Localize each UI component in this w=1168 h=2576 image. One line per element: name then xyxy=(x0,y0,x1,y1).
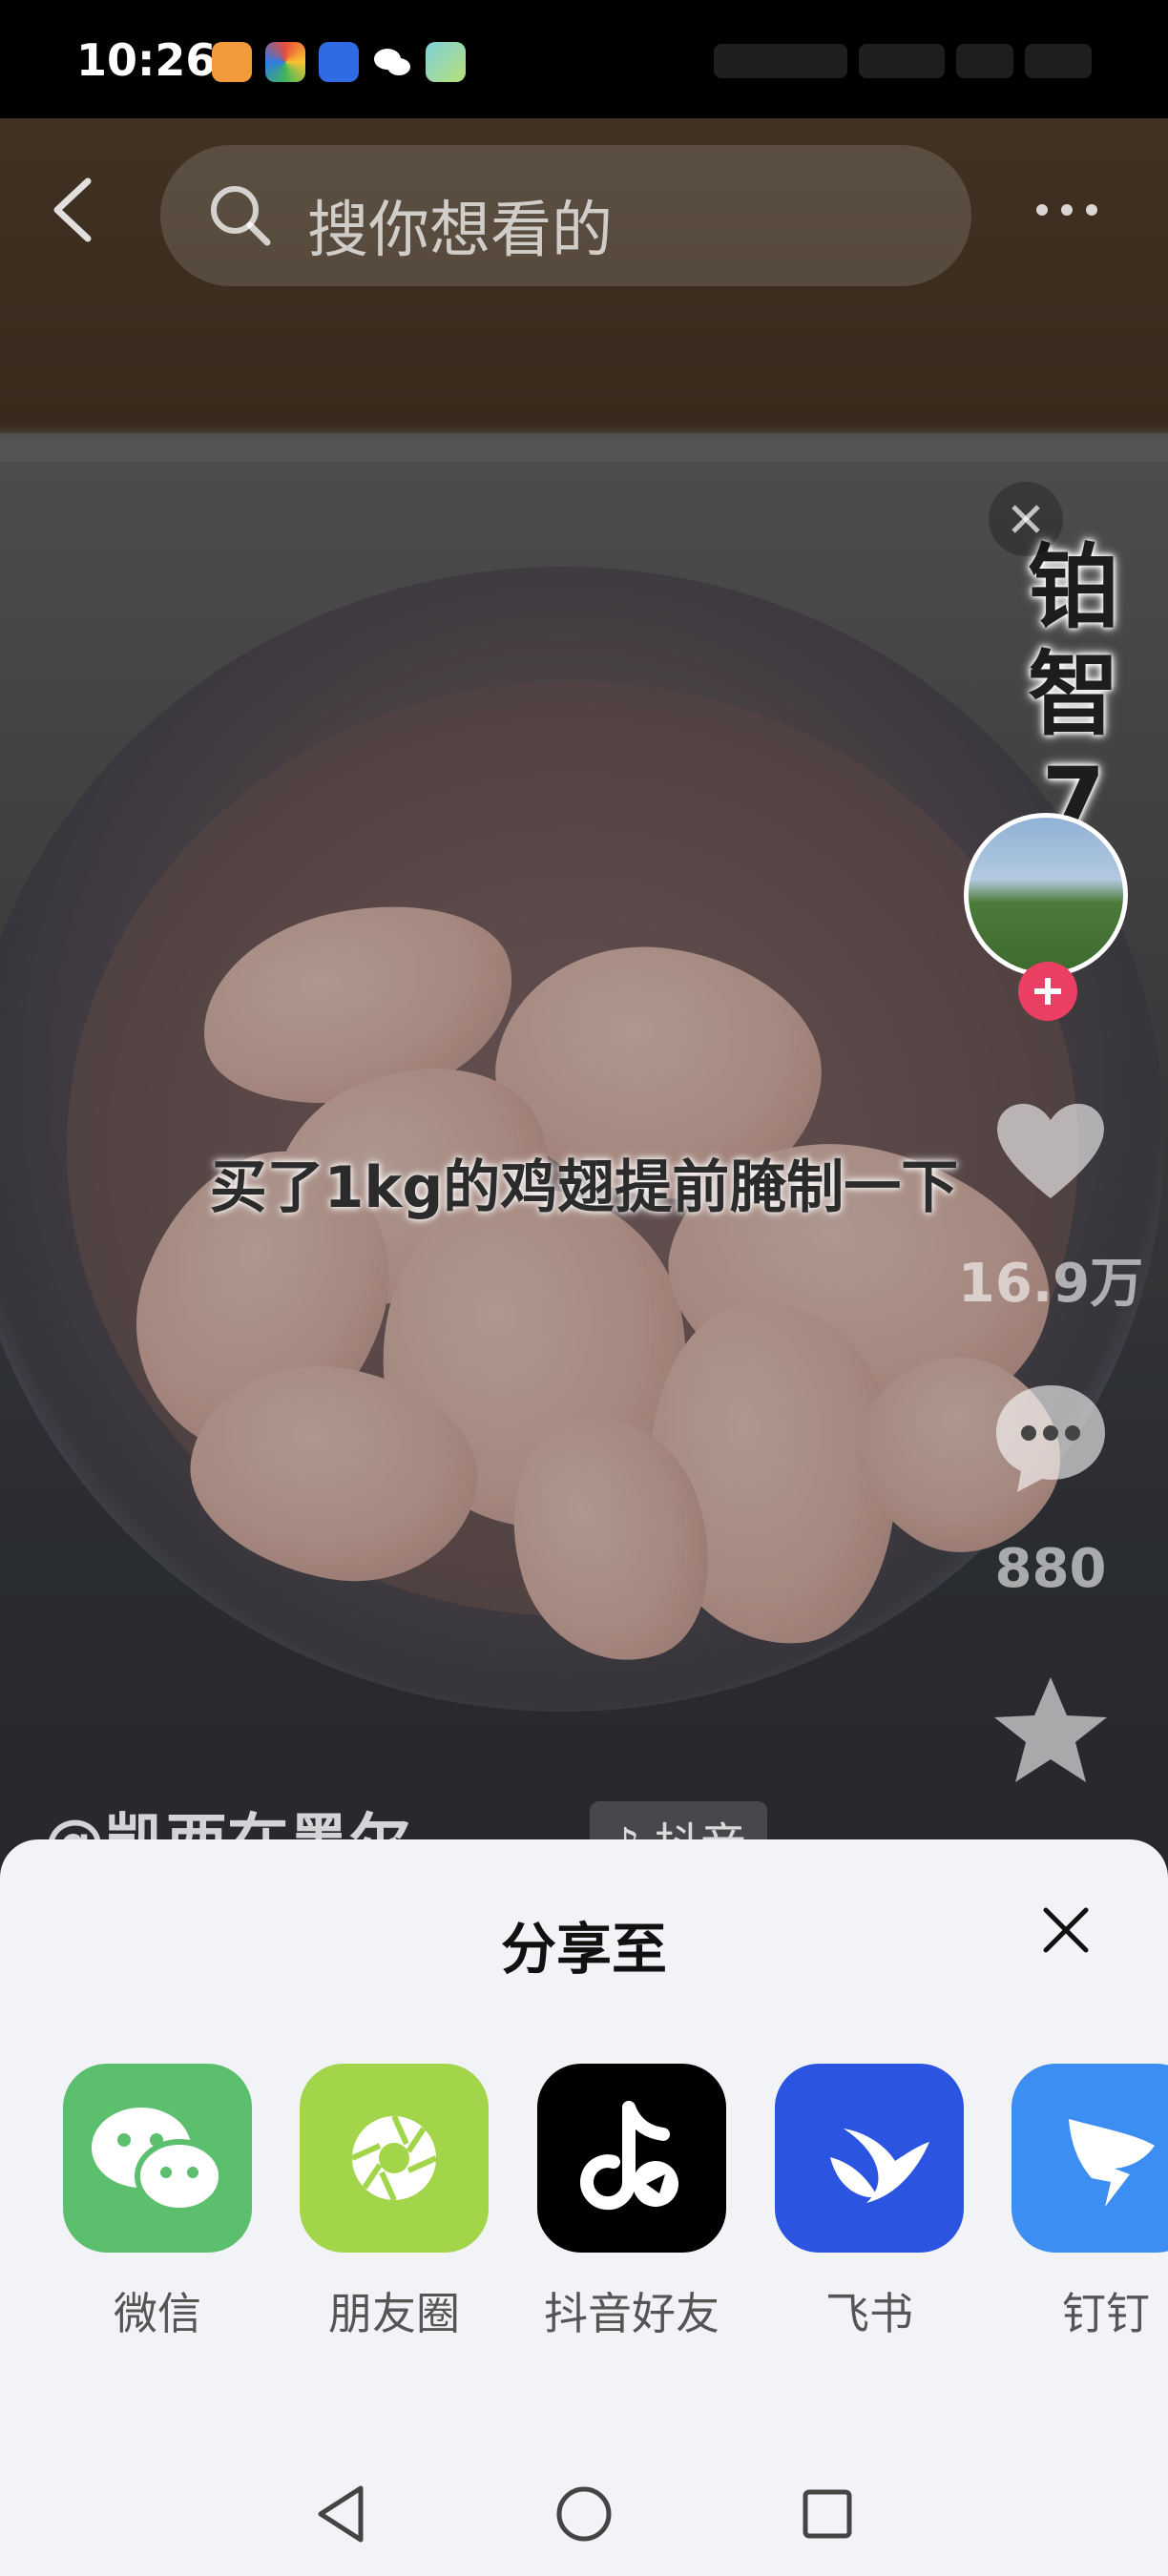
follow-button[interactable] xyxy=(1018,962,1077,1021)
share-targets-row: 微信 朋友圈 抖音好友 飞书 钉钉 xyxy=(0,2064,1168,2350)
search-icon xyxy=(211,186,271,246)
share-target-feishu[interactable]: 飞书 xyxy=(750,2064,989,2342)
close-icon xyxy=(1043,1907,1089,1953)
author-avatar[interactable] xyxy=(964,813,1128,977)
more-dot-icon xyxy=(1036,204,1048,216)
search-input[interactable]: 搜你想看的 xyxy=(160,145,971,286)
moments-icon xyxy=(300,2064,489,2253)
more-dot-icon xyxy=(1061,204,1073,216)
share-close-button[interactable] xyxy=(1038,1902,1094,1958)
close-icon xyxy=(1012,505,1040,533)
comment-button[interactable] xyxy=(989,1374,1113,1498)
ad-close-button[interactable] xyxy=(989,482,1063,556)
blue-app-icon xyxy=(319,42,359,82)
circle-home-icon xyxy=(556,2486,612,2542)
colorful-app-icon xyxy=(265,42,305,82)
system-nav-bar xyxy=(0,2452,1168,2576)
wechat-icon xyxy=(63,2064,252,2253)
green-app-icon xyxy=(426,42,466,82)
heart-icon xyxy=(997,1103,1104,1198)
search-placeholder: 搜你想看的 xyxy=(307,196,613,266)
share-target-dingtalk[interactable]: 钉钉 xyxy=(987,2064,1168,2342)
favorite-button[interactable] xyxy=(989,1670,1113,1794)
share-title: 分享至 xyxy=(500,1917,667,1982)
share-target-douyin-friends[interactable]: 抖音好友 xyxy=(512,2064,751,2342)
plus-icon xyxy=(1034,978,1061,1005)
more-options-button[interactable] xyxy=(1036,191,1113,229)
nav-home-button[interactable] xyxy=(551,2481,617,2547)
back-button[interactable] xyxy=(38,172,115,248)
nav-back-button[interactable] xyxy=(307,2481,374,2547)
dingtalk-icon xyxy=(1012,2064,1168,2253)
notification-icons xyxy=(212,42,466,82)
ad-overlay-text: 铂智7 xyxy=(1028,534,1119,855)
wechat-status-icon xyxy=(372,42,412,82)
like-button[interactable] xyxy=(989,1088,1113,1212)
comment-count: 880 xyxy=(994,1538,1107,1600)
comment-icon xyxy=(996,1385,1105,1492)
share-label: 朋友圈 xyxy=(328,2288,460,2339)
status-system-icons xyxy=(681,44,1092,82)
like-count: 16.9万 xyxy=(957,1253,1144,1315)
share-label: 微信 xyxy=(114,2288,201,2339)
share-label: 抖音好友 xyxy=(544,2288,720,2339)
share-label: 钉钉 xyxy=(1062,2288,1150,2339)
more-dot-icon xyxy=(1086,204,1097,216)
nav-recents-button[interactable] xyxy=(794,2481,861,2547)
douyin-icon xyxy=(537,2064,726,2253)
share-target-moments[interactable]: 朋友圈 xyxy=(275,2064,513,2342)
share-target-wechat[interactable]: 微信 xyxy=(38,2064,277,2342)
status-time: 10:26 xyxy=(76,34,217,86)
health-app-icon xyxy=(212,42,252,82)
square-recents-icon xyxy=(803,2489,852,2539)
back-arrow-icon xyxy=(53,177,92,242)
star-icon xyxy=(994,1677,1107,1782)
status-bar: 10:26 xyxy=(0,0,1168,118)
feishu-icon xyxy=(775,2064,964,2253)
triangle-back-icon xyxy=(318,2485,364,2543)
share-label: 飞书 xyxy=(825,2288,913,2339)
